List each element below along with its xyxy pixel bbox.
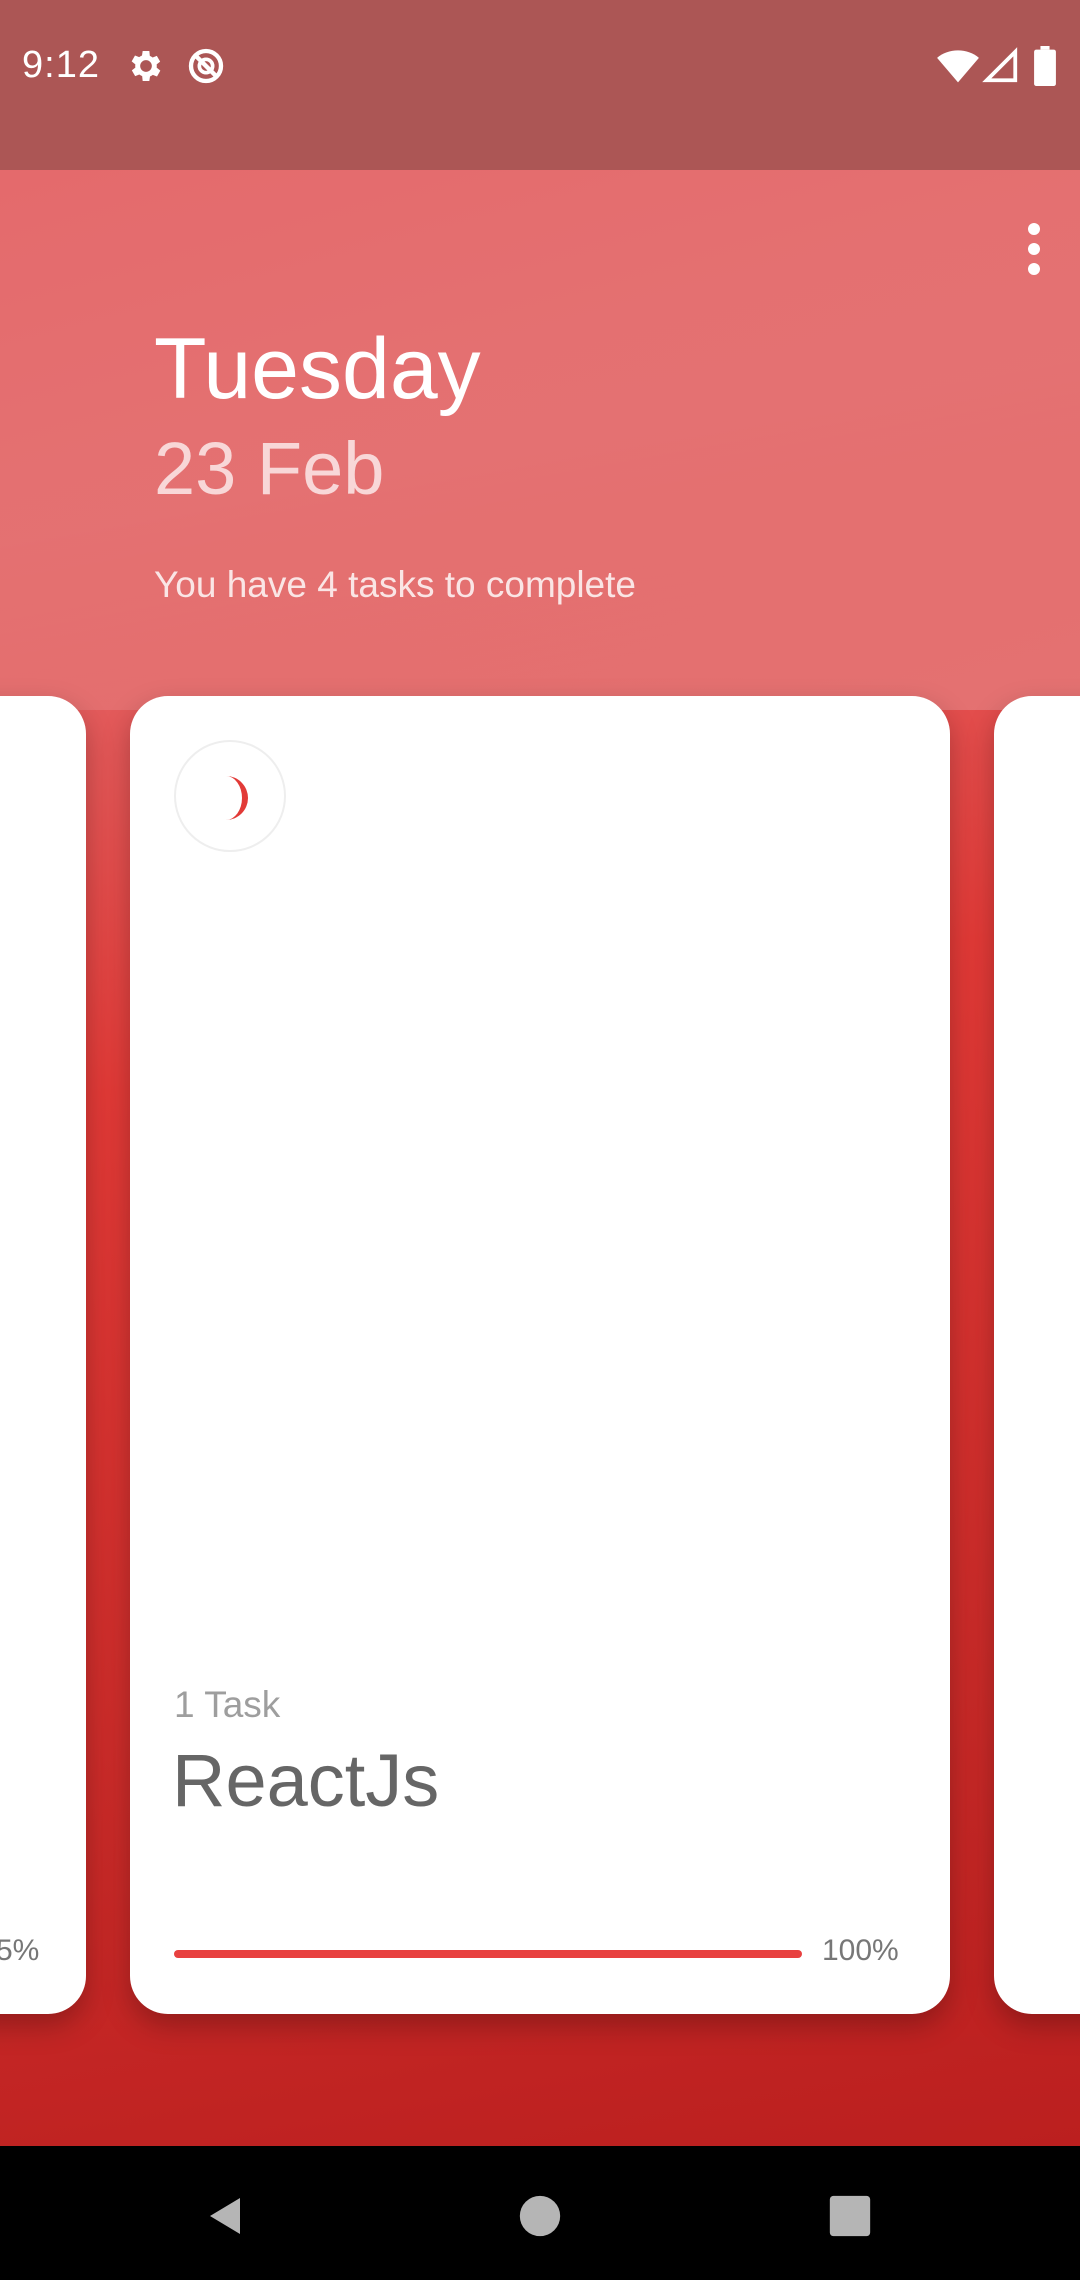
category-card-reactjs[interactable]: 1 Task ReactJs 100% (130, 696, 950, 2014)
crescent-moon-icon (226, 776, 248, 820)
progress-fill (174, 1950, 802, 1958)
progress-bar (174, 1950, 802, 1958)
screen: 9:12 Tuesday 23 Feb You have 4 tasks to … (0, 0, 1080, 2280)
home-button[interactable] (500, 2176, 580, 2256)
category-title: ReactJs (172, 1739, 440, 1822)
signal-icon (982, 46, 1022, 86)
navigation-bar (0, 2146, 1080, 2280)
no-disturb-icon (186, 46, 226, 86)
back-button[interactable] (186, 2176, 266, 2256)
gear-icon (126, 46, 166, 86)
category-card-next[interactable] (994, 696, 1080, 2014)
wifi-icon (936, 46, 980, 86)
progress-label: 100% (822, 1934, 899, 1967)
recents-button[interactable] (810, 2176, 890, 2256)
tasks-summary: You have 4 tasks to complete (154, 564, 636, 605)
home-icon (519, 2195, 561, 2237)
more-options-button[interactable] (1006, 214, 1062, 284)
previous-card-progress-label: 5% (0, 1934, 40, 1967)
task-count: 1 Task (174, 1684, 281, 1725)
date-heading: 23 Feb (154, 427, 385, 510)
battery-icon (1034, 46, 1060, 86)
more-vert-icon-dot (1028, 243, 1040, 255)
recents-icon (829, 2195, 871, 2237)
category-icon-badge (174, 740, 286, 852)
status-bar: 9:12 (0, 0, 1080, 170)
day-heading: Tuesday (154, 321, 481, 417)
more-vert-icon-dot (1028, 263, 1040, 275)
status-time: 9:12 (22, 44, 100, 86)
more-vert-icon (1028, 223, 1040, 235)
category-card-previous[interactable] (0, 696, 86, 2014)
back-icon (210, 2198, 240, 2234)
